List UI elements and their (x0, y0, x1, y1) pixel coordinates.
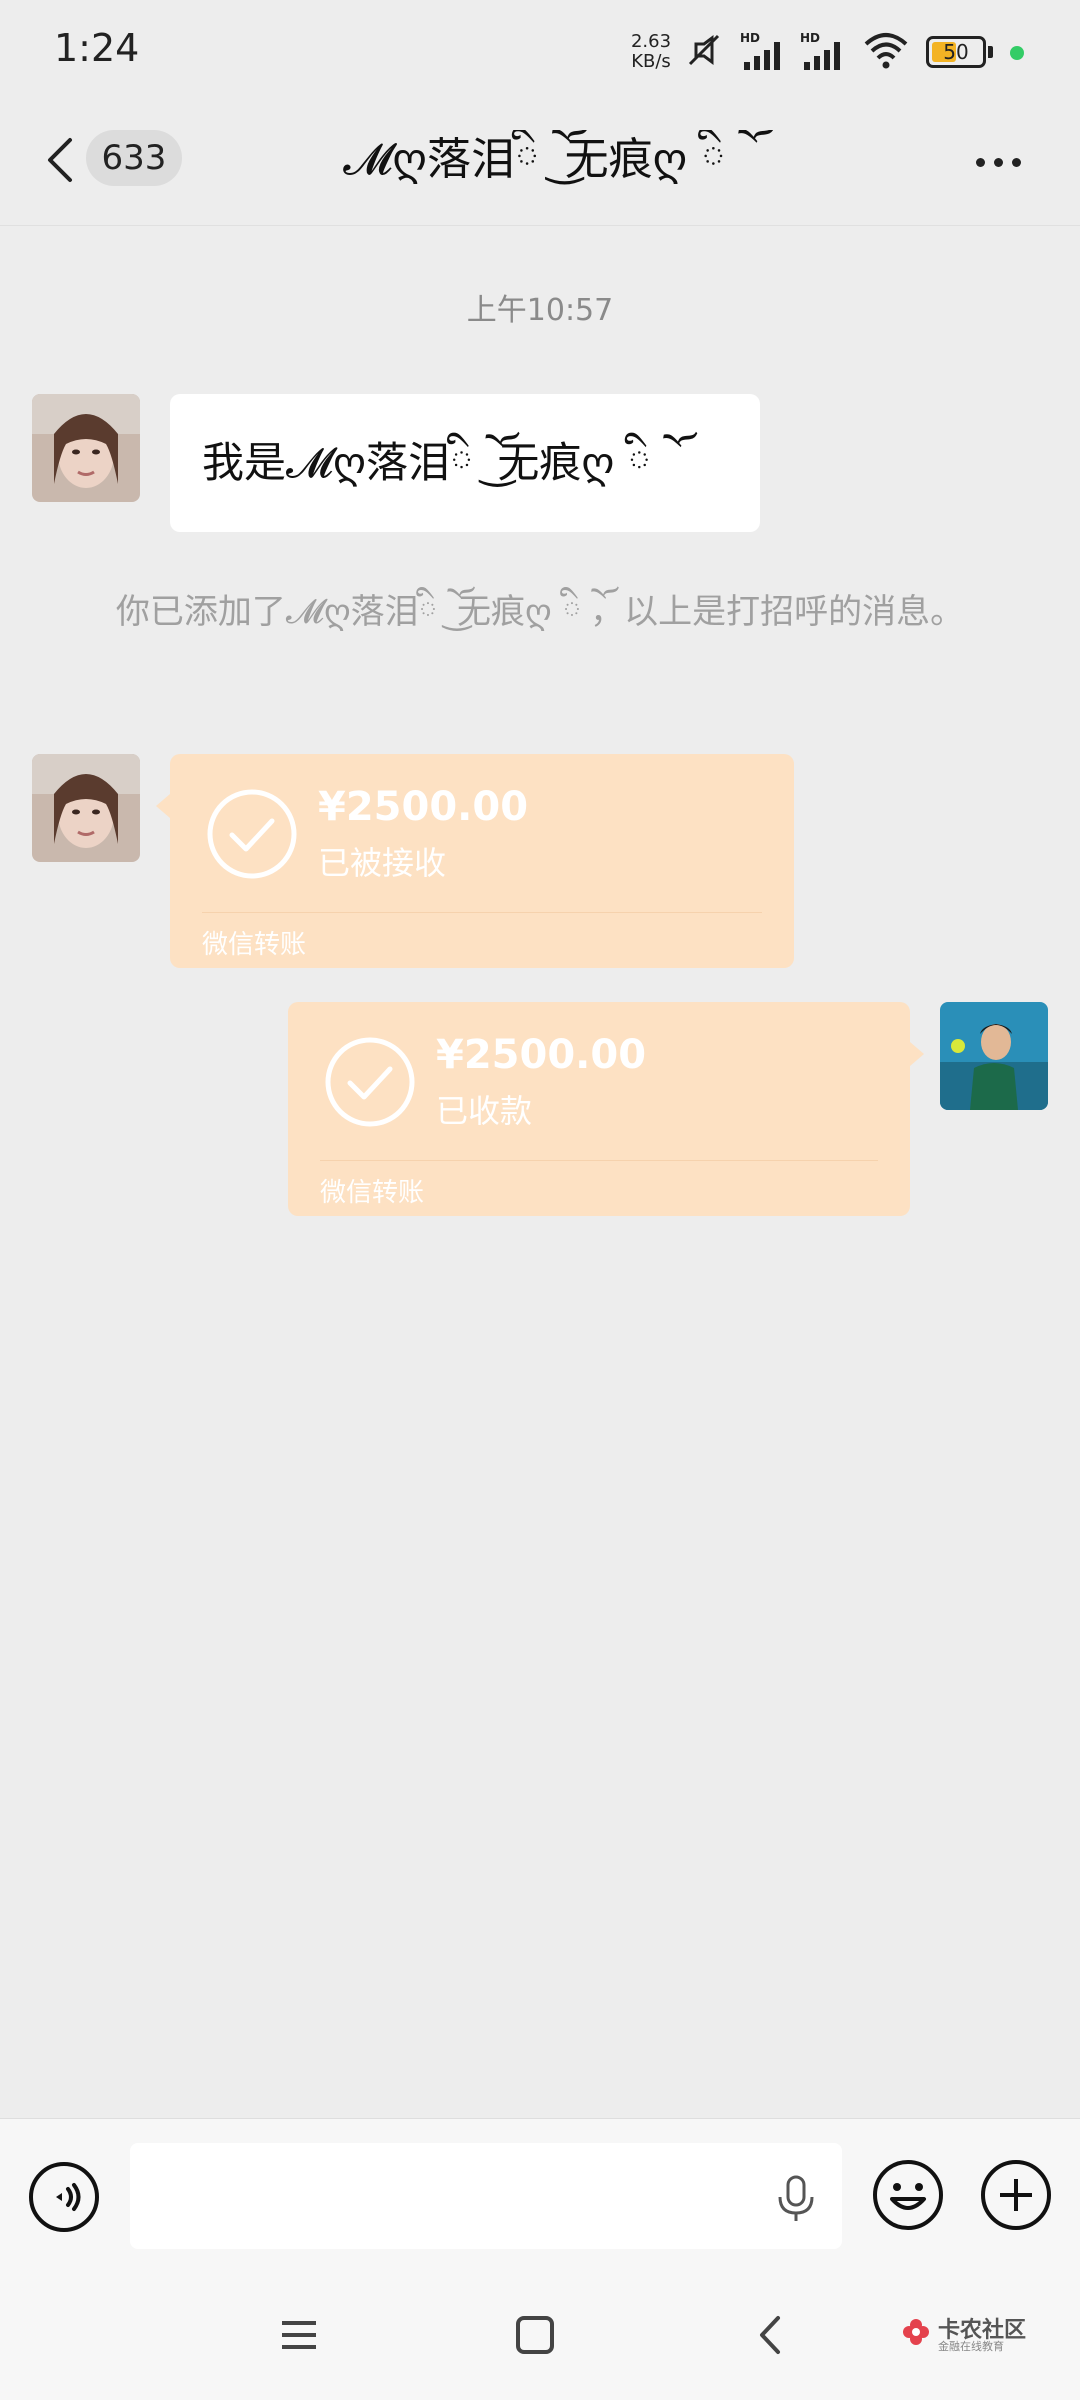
more-options-icon[interactable] (976, 152, 1030, 168)
back-icon[interactable] (746, 2310, 796, 2360)
signal-hd-icon-1: HD (740, 31, 780, 70)
signal-hd-icon-2: HD (800, 31, 840, 70)
system-navigation-bar: 卡农社区 金融在线教育 (0, 2270, 1080, 2400)
battery-cap (988, 46, 993, 58)
transfer-card-collected[interactable]: ¥2500.00 已收款 微信转账 (288, 1002, 924, 1216)
contact-avatar[interactable] (32, 754, 140, 862)
unread-count-badge[interactable]: 633 (86, 130, 182, 186)
divider (202, 912, 762, 913)
back-chevron-icon[interactable] (40, 130, 80, 190)
transfer-card-received[interactable]: ¥2500.00 已被接收 微信转账 (156, 754, 794, 968)
transfer-status: 已被接收 (318, 844, 447, 882)
svg-text:HD: HD (740, 31, 760, 45)
battery-icon: 50 (926, 36, 986, 68)
transfer-label: 微信转账 (202, 930, 307, 960)
my-avatar[interactable] (940, 1002, 1048, 1110)
transfer-amount: ¥2500.00 (318, 784, 529, 830)
wifi-icon (864, 33, 908, 69)
microphone-icon[interactable] (768, 2171, 824, 2227)
watermark-logo: 卡农社区 金融在线教育 (900, 2312, 1050, 2356)
home-icon[interactable] (510, 2310, 560, 2360)
contact-avatar[interactable] (32, 394, 140, 502)
check-circle-icon (207, 789, 297, 879)
chat-header: 633 𝓜ღ落泪ི ོ ͜无痕ღ ི ོ (0, 100, 1080, 226)
watermark-subtext: 金融在线教育 (938, 2340, 1004, 2353)
mute-icon (688, 34, 720, 66)
status-bar: 1:24 2.63 KB/s HD HD 50 (0, 0, 1080, 100)
greeting-message-bubble[interactable]: 我是𝓜ღ落泪ི ོ ͜无痕ღ ི ོ (170, 394, 760, 532)
flower-logo-icon (903, 2319, 929, 2345)
voice-mode-icon[interactable] (28, 2161, 100, 2233)
status-time: 1:24 (54, 26, 140, 70)
transfer-label: 微信转账 (320, 1178, 425, 1208)
system-notice: 你已添加了𝓜ღ落泪ི ོ ͜无痕ღ ི ོ，以上是打招呼的消息。 (115, 592, 965, 632)
network-speed: 2.63 KB/s (630, 31, 672, 72)
svg-text:HD: HD (800, 31, 820, 45)
privacy-indicator-dot (1010, 46, 1024, 60)
emoji-icon[interactable] (872, 2159, 944, 2231)
menu-icon[interactable] (274, 2310, 324, 2360)
message-input[interactable] (130, 2143, 842, 2249)
chat-title: 𝓜ღ落泪ི ོ ͜无痕ღ ི ོ (343, 134, 737, 185)
add-attachment-icon[interactable] (980, 2159, 1052, 2231)
transfer-amount: ¥2500.00 (436, 1032, 647, 1078)
divider (320, 1160, 878, 1161)
input-bar (0, 2118, 1080, 2271)
check-circle-icon (325, 1037, 415, 1127)
message-timestamp: 上午10:57 (466, 293, 614, 328)
transfer-status: 已收款 (436, 1092, 533, 1130)
